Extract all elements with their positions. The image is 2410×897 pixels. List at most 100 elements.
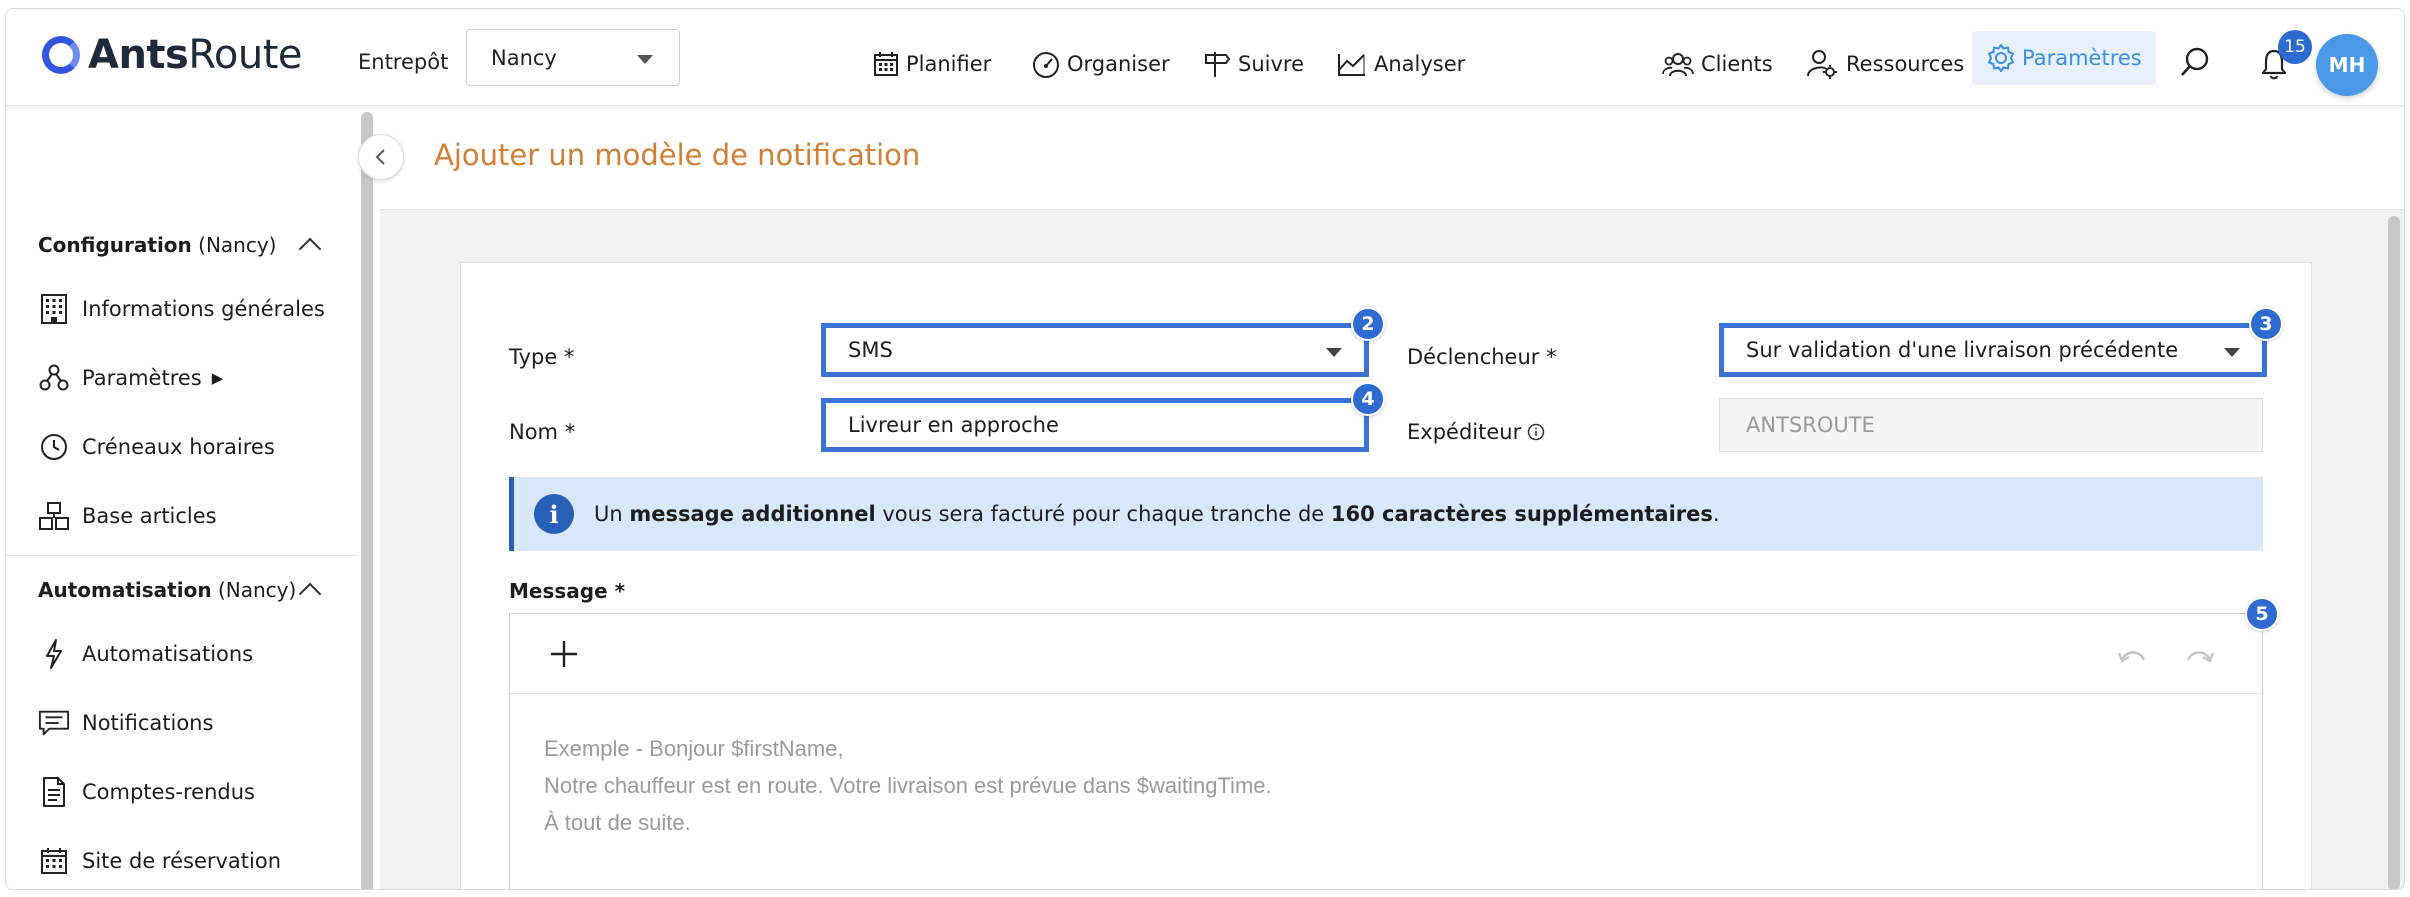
app-window: AntsRoute Entrepôt Nancy Planifier Organ… xyxy=(5,8,2405,890)
logo-text: AntsRoute xyxy=(88,32,302,78)
sidebar-item-informations-generales[interactable]: Informations générales xyxy=(38,293,325,325)
placeholder-line: Notre chauffeur est en route. Votre livr… xyxy=(544,773,1272,798)
name-input[interactable]: Livreur en approche xyxy=(821,398,1369,452)
sidebar-item-label: Notifications xyxy=(82,711,214,735)
main-content: Ajouter un modèle de notification Type *… xyxy=(380,106,2404,889)
nav-parametres-label: Paramètres xyxy=(2022,46,2142,70)
step-badge-2: 2 xyxy=(1351,307,1385,341)
settings-tree-icon xyxy=(38,362,70,394)
info-icon: i xyxy=(534,494,574,534)
automation-section-header[interactable]: Automatisation (Nancy) xyxy=(38,578,296,602)
sidebar-scrollbar[interactable] xyxy=(361,112,373,889)
top-navbar: AntsRoute Entrepôt Nancy Planifier Organ… xyxy=(6,9,2404,106)
undo-icon[interactable] xyxy=(2116,644,2148,668)
antsroute-logo[interactable]: AntsRoute xyxy=(42,32,302,78)
nav-planifier-label: Planifier xyxy=(906,52,992,76)
nav-suivre-label: Suivre xyxy=(1238,52,1304,76)
sidebar-item-comptes-rendus[interactable]: Comptes-rendus xyxy=(38,776,255,808)
sidebar-item-label: Paramètres xyxy=(82,366,202,390)
insert-variable-icon[interactable] xyxy=(548,638,580,670)
warehouse-value: Nancy xyxy=(491,45,557,70)
chevron-down-icon xyxy=(2224,348,2240,357)
sidebar-item-notifications[interactable]: Notifications xyxy=(38,707,213,739)
nav-organiser[interactable]: Organiser xyxy=(1031,49,1170,79)
trigger-select[interactable]: Sur validation d'une livraison précédent… xyxy=(1719,323,2267,377)
nav-ressources[interactable]: Ressources xyxy=(1806,49,1964,79)
sidebar-item-label: Base articles xyxy=(82,504,217,528)
nav-planifier[interactable]: Planifier xyxy=(872,49,991,79)
sender-field: ANTSROUTE xyxy=(1719,398,2263,452)
page-header: Ajouter un modèle de notification xyxy=(380,106,2404,210)
logo-mark-icon xyxy=(42,36,80,74)
config-section-header[interactable]: Configuration (Nancy) xyxy=(38,233,277,257)
sidebar-item-label: Comptes-rendus xyxy=(82,780,255,804)
chevron-up-icon[interactable] xyxy=(298,237,322,261)
sidebar-item-label: Créneaux horaires xyxy=(82,435,275,459)
trigger-value: Sur validation d'une livraison précédent… xyxy=(1746,338,2179,362)
nav-ressources-label: Ressources xyxy=(1846,52,1965,76)
step-badge-4: 4 xyxy=(1351,382,1385,416)
speedometer-icon xyxy=(1033,52,1059,78)
document-icon xyxy=(38,776,70,808)
lightning-icon xyxy=(38,638,70,670)
user-avatar[interactable]: MH xyxy=(2316,34,2378,96)
clock-icon xyxy=(38,431,70,463)
nav-suivre[interactable]: Suivre xyxy=(1202,49,1304,79)
calendar-icon xyxy=(874,52,898,76)
nav-parametres[interactable]: Paramètres xyxy=(1972,31,2156,85)
collapse-sidebar-button[interactable] xyxy=(358,134,404,180)
nav-analyser-label: Analyser xyxy=(1374,52,1466,76)
chevron-left-icon xyxy=(375,149,385,165)
main-scrollbar[interactable] xyxy=(2388,216,2400,889)
chevron-down-icon xyxy=(1326,348,1342,357)
message-placeholder: Exemple - Bonjour $firstName, Notre chau… xyxy=(544,730,1272,841)
chart-line-icon xyxy=(1338,53,1365,76)
notification-form-card: Type * SMS 2 Déclencheur * Sur validatio… xyxy=(460,262,2312,889)
page-title: Ajouter un modèle de notification xyxy=(434,138,921,172)
trigger-label: Déclencheur * xyxy=(1407,345,1557,369)
sidebar-item-creneaux-horaires[interactable]: Créneaux horaires xyxy=(38,431,275,463)
sender-label-group: Expéditeur xyxy=(1407,420,1545,444)
nav-analyser[interactable]: Analyser xyxy=(1336,49,1465,79)
notification-count-badge: 15 xyxy=(2278,30,2312,64)
nav-organiser-label: Organiser xyxy=(1067,52,1170,76)
warehouse-label: Entrepôt xyxy=(358,50,449,74)
message-label: Message * xyxy=(509,579,626,603)
message-editor[interactable]: Exemple - Bonjour $firstName, Notre chau… xyxy=(509,613,2263,889)
name-value: Livreur en approche xyxy=(848,413,1059,437)
submenu-arrow-icon: ▶ xyxy=(211,369,224,387)
settings-sidebar: Configuration (Nancy) Informations génér… xyxy=(6,106,358,889)
info-circle-icon[interactable] xyxy=(1527,423,1545,441)
sidebar-item-automatisations[interactable]: Automatisations xyxy=(38,638,253,670)
placeholder-line: Exemple - Bonjour $firstName, xyxy=(544,736,844,761)
sidebar-item-base-articles[interactable]: Base articles xyxy=(38,500,217,532)
name-label: Nom * xyxy=(509,420,576,444)
calendar-icon xyxy=(38,845,70,877)
sidebar-divider xyxy=(6,555,358,556)
chevron-down-icon xyxy=(637,55,653,64)
nav-clients[interactable]: Clients xyxy=(1661,49,1773,79)
type-value: SMS xyxy=(848,338,893,362)
editor-toolbar xyxy=(510,614,2262,694)
nav-clients-label: Clients xyxy=(1701,52,1773,76)
sidebar-item-parametres[interactable]: Paramètres ▶ xyxy=(38,362,223,394)
search-icon xyxy=(2181,47,2209,76)
search-button[interactable] xyxy=(2178,45,2212,83)
warehouse-select[interactable]: Nancy xyxy=(466,29,680,86)
redo-icon[interactable] xyxy=(2184,644,2216,668)
sender-value: ANTSROUTE xyxy=(1746,413,1875,437)
chevron-up-icon[interactable] xyxy=(298,582,322,606)
message-icon xyxy=(38,707,70,739)
billing-info-banner: i Un message additionnel vous sera factu… xyxy=(509,477,2263,551)
sidebar-item-site-de-reservation[interactable]: Site de réservation xyxy=(38,845,281,877)
type-select[interactable]: SMS xyxy=(821,323,1369,377)
building-icon xyxy=(38,293,70,325)
users-group-icon xyxy=(1662,53,1694,77)
step-badge-3: 3 xyxy=(2249,307,2283,341)
user-gear-icon xyxy=(1807,50,1837,79)
sender-label: Expéditeur xyxy=(1407,420,1522,444)
sidebar-item-label: Site de réservation xyxy=(82,849,282,873)
step-badge-5: 5 xyxy=(2245,597,2279,631)
type-label: Type * xyxy=(509,345,575,369)
placeholder-line: À tout de suite. xyxy=(544,810,691,835)
